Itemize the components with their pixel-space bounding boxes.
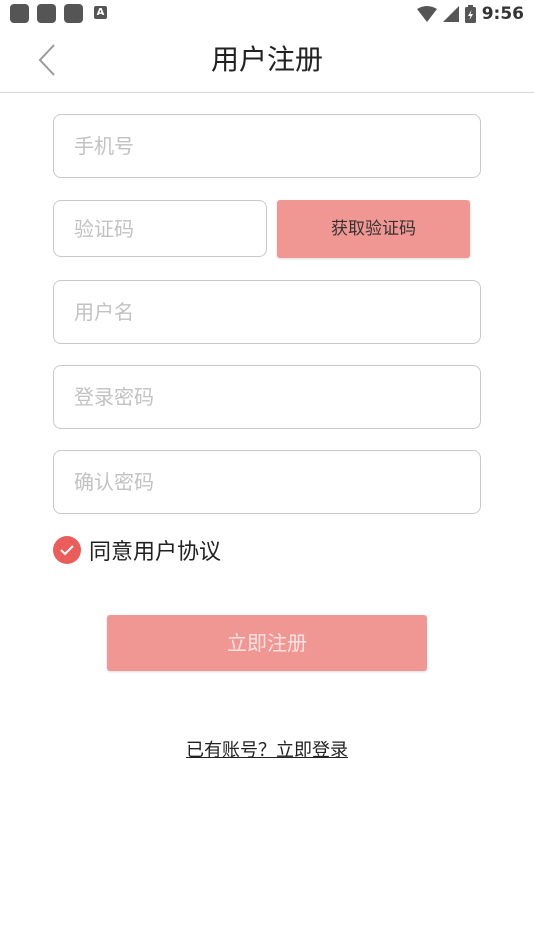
app-icon bbox=[10, 4, 29, 23]
agreement-checkbox[interactable] bbox=[53, 536, 81, 564]
clock: 9:56 bbox=[481, 4, 524, 24]
battery-icon bbox=[464, 5, 476, 23]
check-icon bbox=[60, 545, 74, 556]
wifi-icon bbox=[416, 6, 437, 22]
agreement-row: 同意用户协议 bbox=[53, 534, 221, 566]
a-icon: A bbox=[94, 6, 107, 19]
password-field bbox=[53, 365, 481, 429]
signal-icon bbox=[442, 6, 459, 22]
page-title: 用户注册 bbox=[210, 43, 323, 76]
status-bar: A 9:56 bbox=[0, 0, 534, 28]
username-field bbox=[53, 280, 481, 344]
phone-input[interactable] bbox=[54, 115, 480, 177]
code-input[interactable] bbox=[54, 201, 266, 256]
back-button[interactable] bbox=[28, 40, 68, 80]
login-link[interactable]: 已有账号？立即登录 bbox=[0, 736, 534, 762]
username-input[interactable] bbox=[54, 281, 480, 343]
confirm-password-field bbox=[53, 450, 481, 514]
code-field bbox=[53, 200, 267, 257]
register-button[interactable]: 立即注册 bbox=[107, 615, 427, 671]
header: 用户注册 bbox=[0, 28, 534, 93]
get-code-button[interactable]: 获取验证码 bbox=[277, 200, 470, 258]
app-icon bbox=[64, 4, 83, 23]
chevron-left-icon bbox=[38, 44, 55, 76]
agreement-label[interactable]: 同意用户协议 bbox=[89, 534, 221, 566]
password-input[interactable] bbox=[54, 366, 480, 428]
confirm-password-input[interactable] bbox=[54, 451, 480, 513]
phone-field bbox=[53, 114, 481, 178]
app-icon bbox=[37, 4, 56, 23]
